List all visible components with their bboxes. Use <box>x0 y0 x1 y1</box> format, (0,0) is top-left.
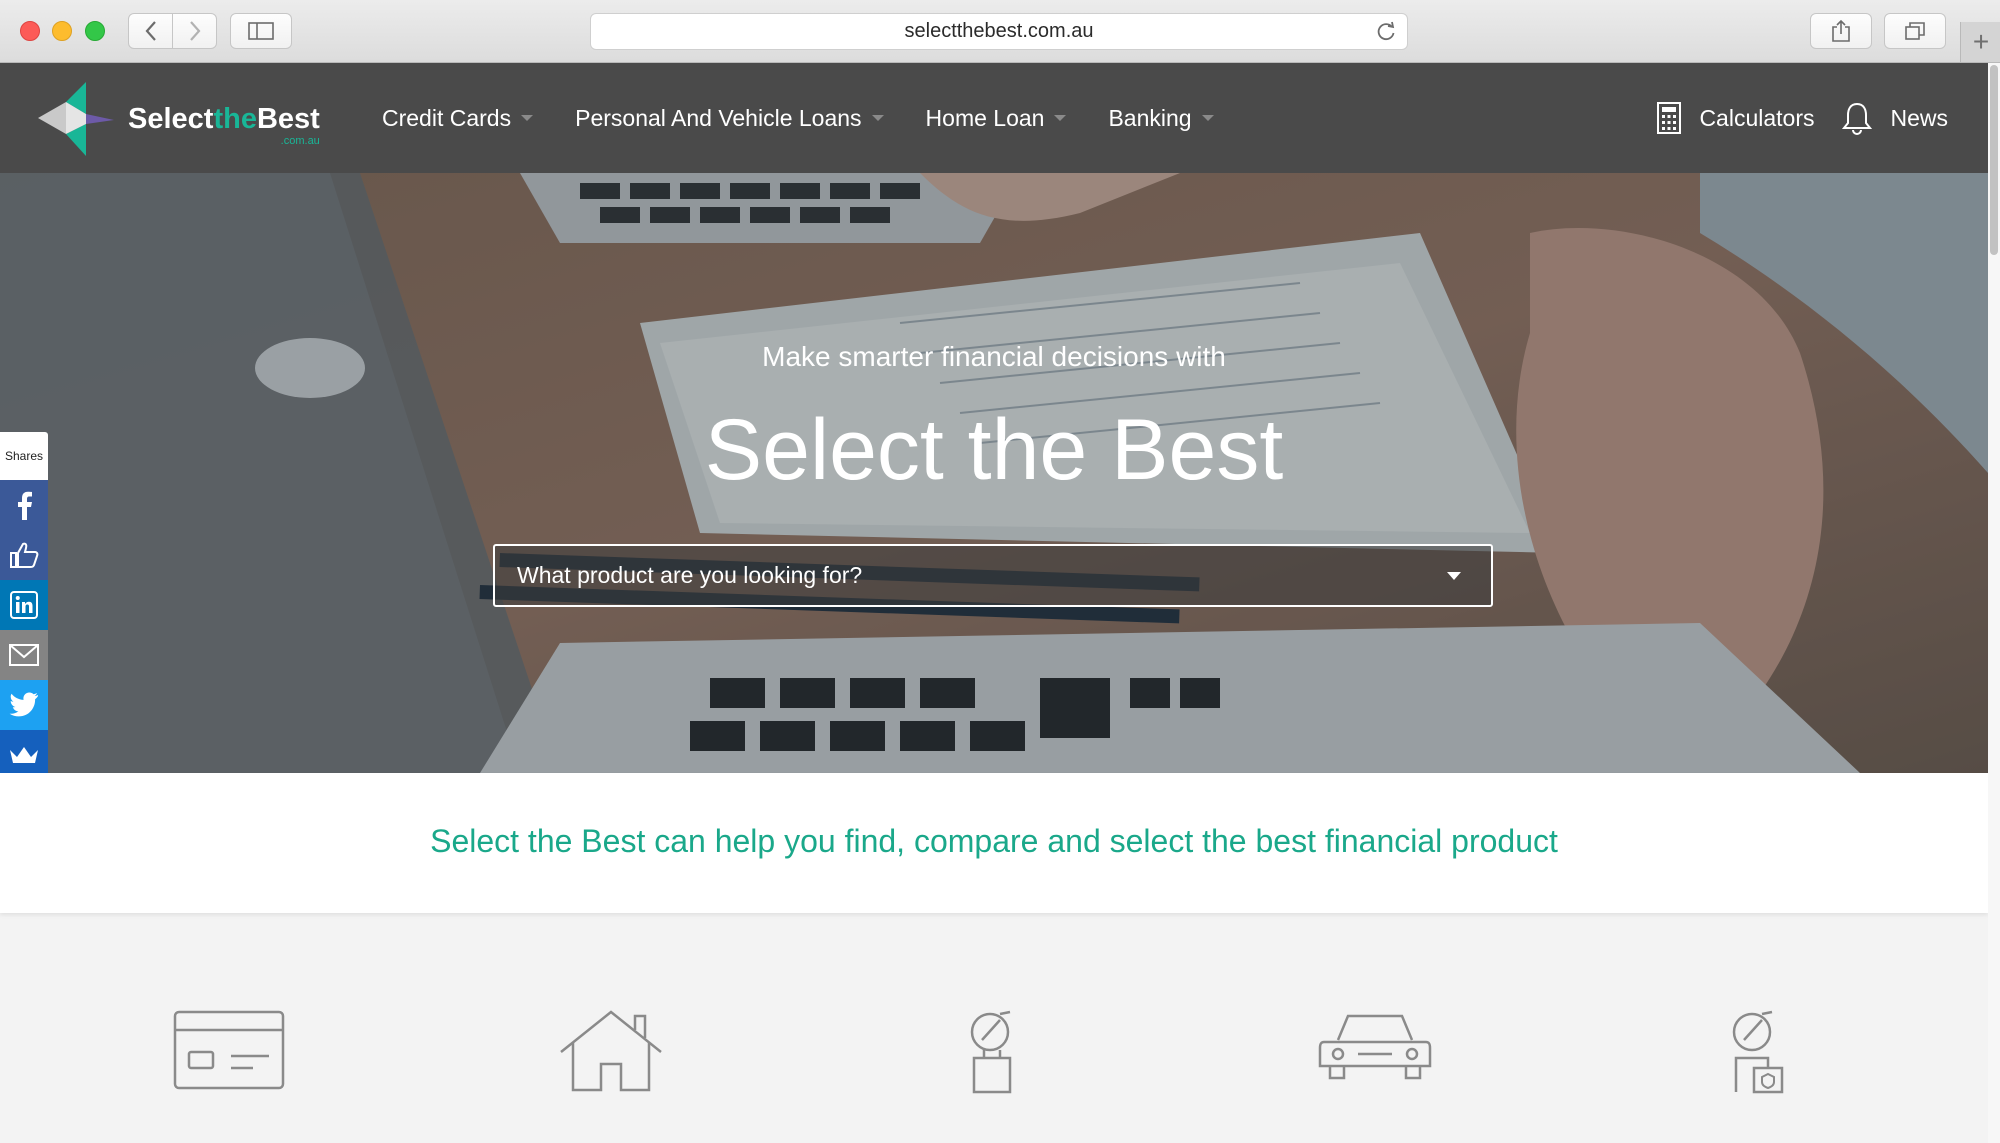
back-button[interactable] <box>128 13 173 49</box>
chevron-right-icon <box>189 21 200 41</box>
share-icon <box>1832 19 1850 42</box>
logo-domain: .com.au <box>280 134 320 147</box>
tabs-overview-icon <box>1905 22 1925 40</box>
hero-banner: Make smarter financial decisions with Se… <box>0 173 1988 773</box>
car-icon[interactable] <box>1318 1010 1432 1084</box>
caret-down-icon <box>1447 572 1461 580</box>
news-label: News <box>1890 104 1948 131</box>
share-facebook-button[interactable] <box>0 480 48 530</box>
nav-news[interactable]: News <box>1842 101 1948 135</box>
share-linkedin-button[interactable] <box>0 580 48 630</box>
new-tab-button[interactable]: + <box>1960 22 2000 62</box>
share-email-button[interactable] <box>0 630 48 680</box>
chevron-left-icon <box>145 21 156 41</box>
sidebar-toggle-button[interactable] <box>230 13 292 49</box>
person-loan-icon[interactable] <box>968 1010 1018 1094</box>
tagline-section: Select the Best can help you find, compa… <box>0 773 1988 913</box>
credit-card-icon[interactable] <box>173 1010 285 1090</box>
sidebar-icon <box>248 22 274 40</box>
sumome-crown-icon <box>10 747 38 763</box>
logo-mark-icon <box>38 82 114 156</box>
nav-calculators[interactable]: Calculators <box>1657 102 1814 134</box>
reload-icon[interactable] <box>1375 21 1397 43</box>
logo-wordmark: SelecttheBest .com.au <box>128 102 320 147</box>
calculators-label: Calculators <box>1699 104 1815 131</box>
page-scrollbar[interactable] <box>1988 63 2000 1143</box>
utility-navigation: Calculators News <box>1629 63 1948 173</box>
zoom-window-button[interactable] <box>85 21 105 41</box>
hero-subtitle: Make smarter financial decisions with <box>762 341 1226 372</box>
forward-button[interactable] <box>172 13 217 49</box>
caret-down-icon <box>521 115 534 121</box>
browser-toolbar: selectthebest.com.au + <box>0 0 2000 63</box>
caret-down-icon <box>871 115 884 121</box>
caret-down-icon <box>1054 115 1067 121</box>
linkedin-icon <box>10 591 38 619</box>
like-icon <box>10 542 39 568</box>
nav-home-loan[interactable]: Home Loan <box>926 105 1067 132</box>
house-icon[interactable] <box>559 1010 663 1092</box>
facebook-icon <box>18 491 32 520</box>
product-categories <box>0 1010 1988 1143</box>
person-insurance-icon[interactable] <box>1728 1010 1786 1094</box>
main-navigation: Credit Cards Personal And Vehicle Loans … <box>382 63 1256 173</box>
calculator-icon <box>1657 102 1682 134</box>
show-tabs-button[interactable] <box>1884 13 1946 49</box>
nav-banking[interactable]: Banking <box>1108 104 1214 132</box>
address-bar[interactable]: selectthebest.com.au <box>590 13 1408 50</box>
nav-label: Home Loan <box>925 104 1045 131</box>
product-search-select[interactable]: What product are you looking for? <box>493 544 1493 607</box>
close-window-button[interactable] <box>20 21 40 41</box>
share-button[interactable] <box>1810 13 1872 49</box>
nav-personal-vehicle-loans[interactable]: Personal And Vehicle Loans <box>575 104 884 132</box>
product-search-placeholder: What product are you looking for? <box>517 562 863 588</box>
hero-title: Select the Best <box>704 402 1284 498</box>
nav-label: Banking <box>1108 104 1192 131</box>
site-logo[interactable]: SelecttheBest .com.au <box>38 80 320 158</box>
url-text: selectthebest.com.au <box>904 20 1094 42</box>
twitter-icon <box>9 692 38 717</box>
nav-label: Credit Cards <box>382 104 512 131</box>
nav-credit-cards[interactable]: Credit Cards <box>382 104 534 132</box>
tagline-text: Select the Best can help you find, compa… <box>430 823 1558 859</box>
site-header: SelecttheBest .com.au Credit Cards Perso… <box>0 63 1988 173</box>
social-share-bar: Shares <box>0 432 48 780</box>
share-like-button[interactable] <box>0 530 48 580</box>
scrollbar-thumb[interactable] <box>1990 65 1998 255</box>
plus-icon: + <box>1972 26 1990 57</box>
bell-icon <box>1842 102 1873 135</box>
nav-label: Personal And Vehicle Loans <box>575 104 862 131</box>
shares-label: Shares <box>0 432 48 480</box>
email-icon <box>9 644 39 666</box>
caret-down-icon <box>1201 115 1214 121</box>
minimize-window-button[interactable] <box>52 21 72 41</box>
share-twitter-button[interactable] <box>0 680 48 730</box>
